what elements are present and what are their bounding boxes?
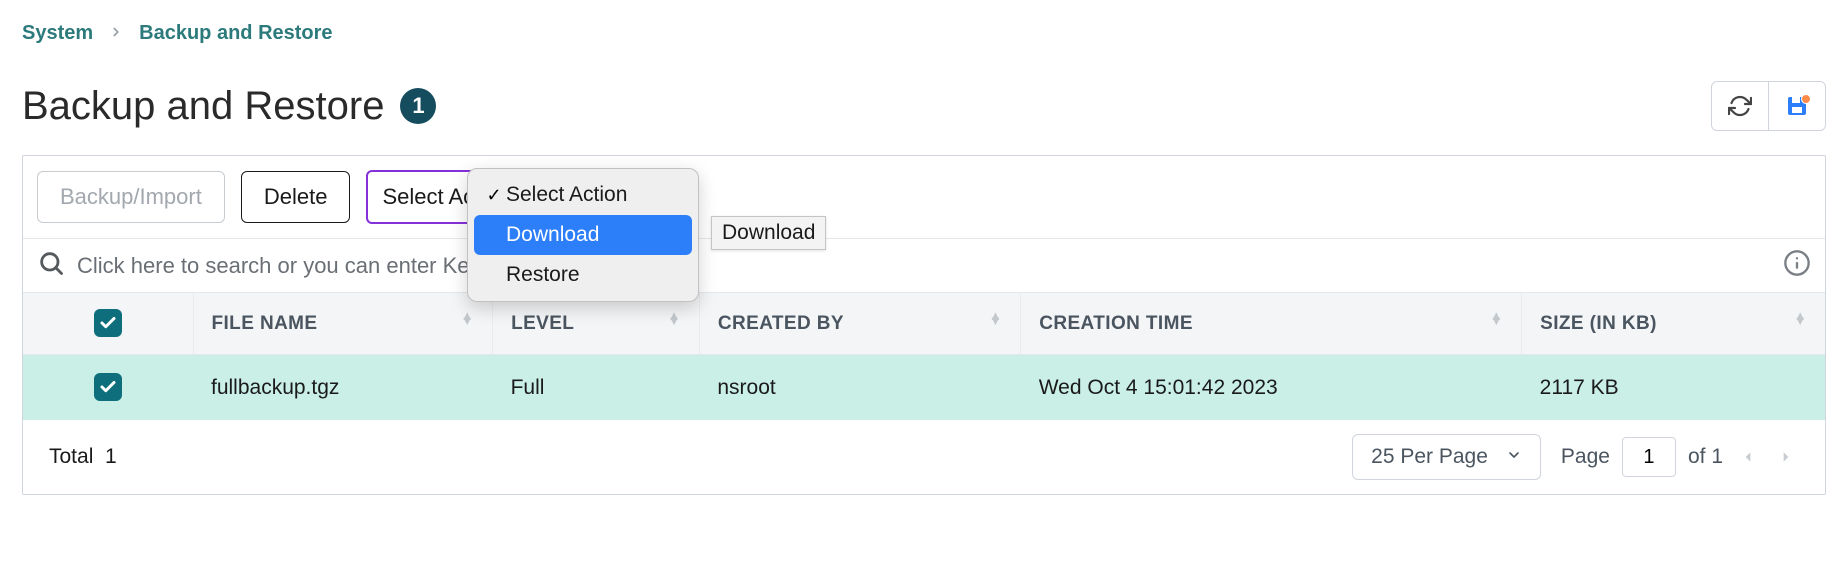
cell-level: Full: [493, 355, 700, 421]
cell-creation-time: Wed Oct 4 15:01:42 2023: [1021, 355, 1522, 421]
col-level[interactable]: LEVEL▲▼: [493, 293, 700, 355]
page-of: of 1: [1688, 445, 1723, 469]
chevron-right-icon: [109, 22, 123, 45]
col-file-name[interactable]: FILE NAME▲▼: [193, 293, 493, 355]
backup-import-button[interactable]: Backup/Import: [37, 171, 225, 223]
search-icon: [37, 249, 65, 282]
count-badge: 1: [400, 88, 436, 124]
page-label: Page: [1561, 445, 1610, 469]
breadcrumb-backup-restore[interactable]: Backup and Restore: [139, 22, 332, 45]
refresh-icon: [1728, 94, 1752, 118]
row-checkbox[interactable]: [94, 373, 122, 401]
page-size-dropdown[interactable]: 25 Per Page: [1352, 434, 1541, 480]
cell-created-by: nsroot: [699, 355, 1020, 421]
menu-item-select-action[interactable]: ✓ Select Action: [474, 175, 692, 215]
search-input[interactable]: [77, 253, 1771, 279]
save-button[interactable]: [1769, 82, 1825, 130]
prev-page-button[interactable]: [1735, 448, 1761, 466]
refresh-button[interactable]: [1712, 82, 1768, 130]
breadcrumb-system[interactable]: System: [22, 22, 93, 45]
cell-size: 2117 KB: [1522, 355, 1825, 421]
col-creation-time[interactable]: CREATION TIME▲▼: [1021, 293, 1522, 355]
total-count: 1: [105, 445, 117, 468]
select-all-checkbox[interactable]: [94, 309, 122, 337]
chevron-down-icon: [1506, 445, 1522, 469]
page-title: Backup and Restore 1: [22, 84, 436, 129]
delete-button[interactable]: Delete: [241, 171, 351, 223]
cell-file-name: fullbackup.tgz: [193, 355, 493, 421]
col-size[interactable]: SIZE (IN KB)▲▼: [1522, 293, 1825, 355]
check-icon: ✓: [484, 185, 504, 206]
next-page-button[interactable]: [1773, 448, 1799, 466]
table-row[interactable]: fullbackup.tgz Full nsroot Wed Oct 4 15:…: [23, 355, 1825, 421]
total-label: Total: [49, 445, 93, 468]
page-input[interactable]: [1622, 437, 1676, 477]
select-action-menu: ✓ Select Action Download Restore: [467, 168, 699, 302]
tooltip: Download: [711, 216, 826, 250]
menu-item-download[interactable]: Download: [474, 215, 692, 255]
col-created-by[interactable]: CREATED BY▲▼: [699, 293, 1020, 355]
breadcrumb: System Backup and Restore: [22, 22, 1826, 45]
info-icon[interactable]: [1783, 249, 1811, 282]
save-icon: [1785, 94, 1809, 118]
menu-item-restore[interactable]: Restore: [474, 255, 692, 295]
header-actions: [1711, 81, 1826, 131]
